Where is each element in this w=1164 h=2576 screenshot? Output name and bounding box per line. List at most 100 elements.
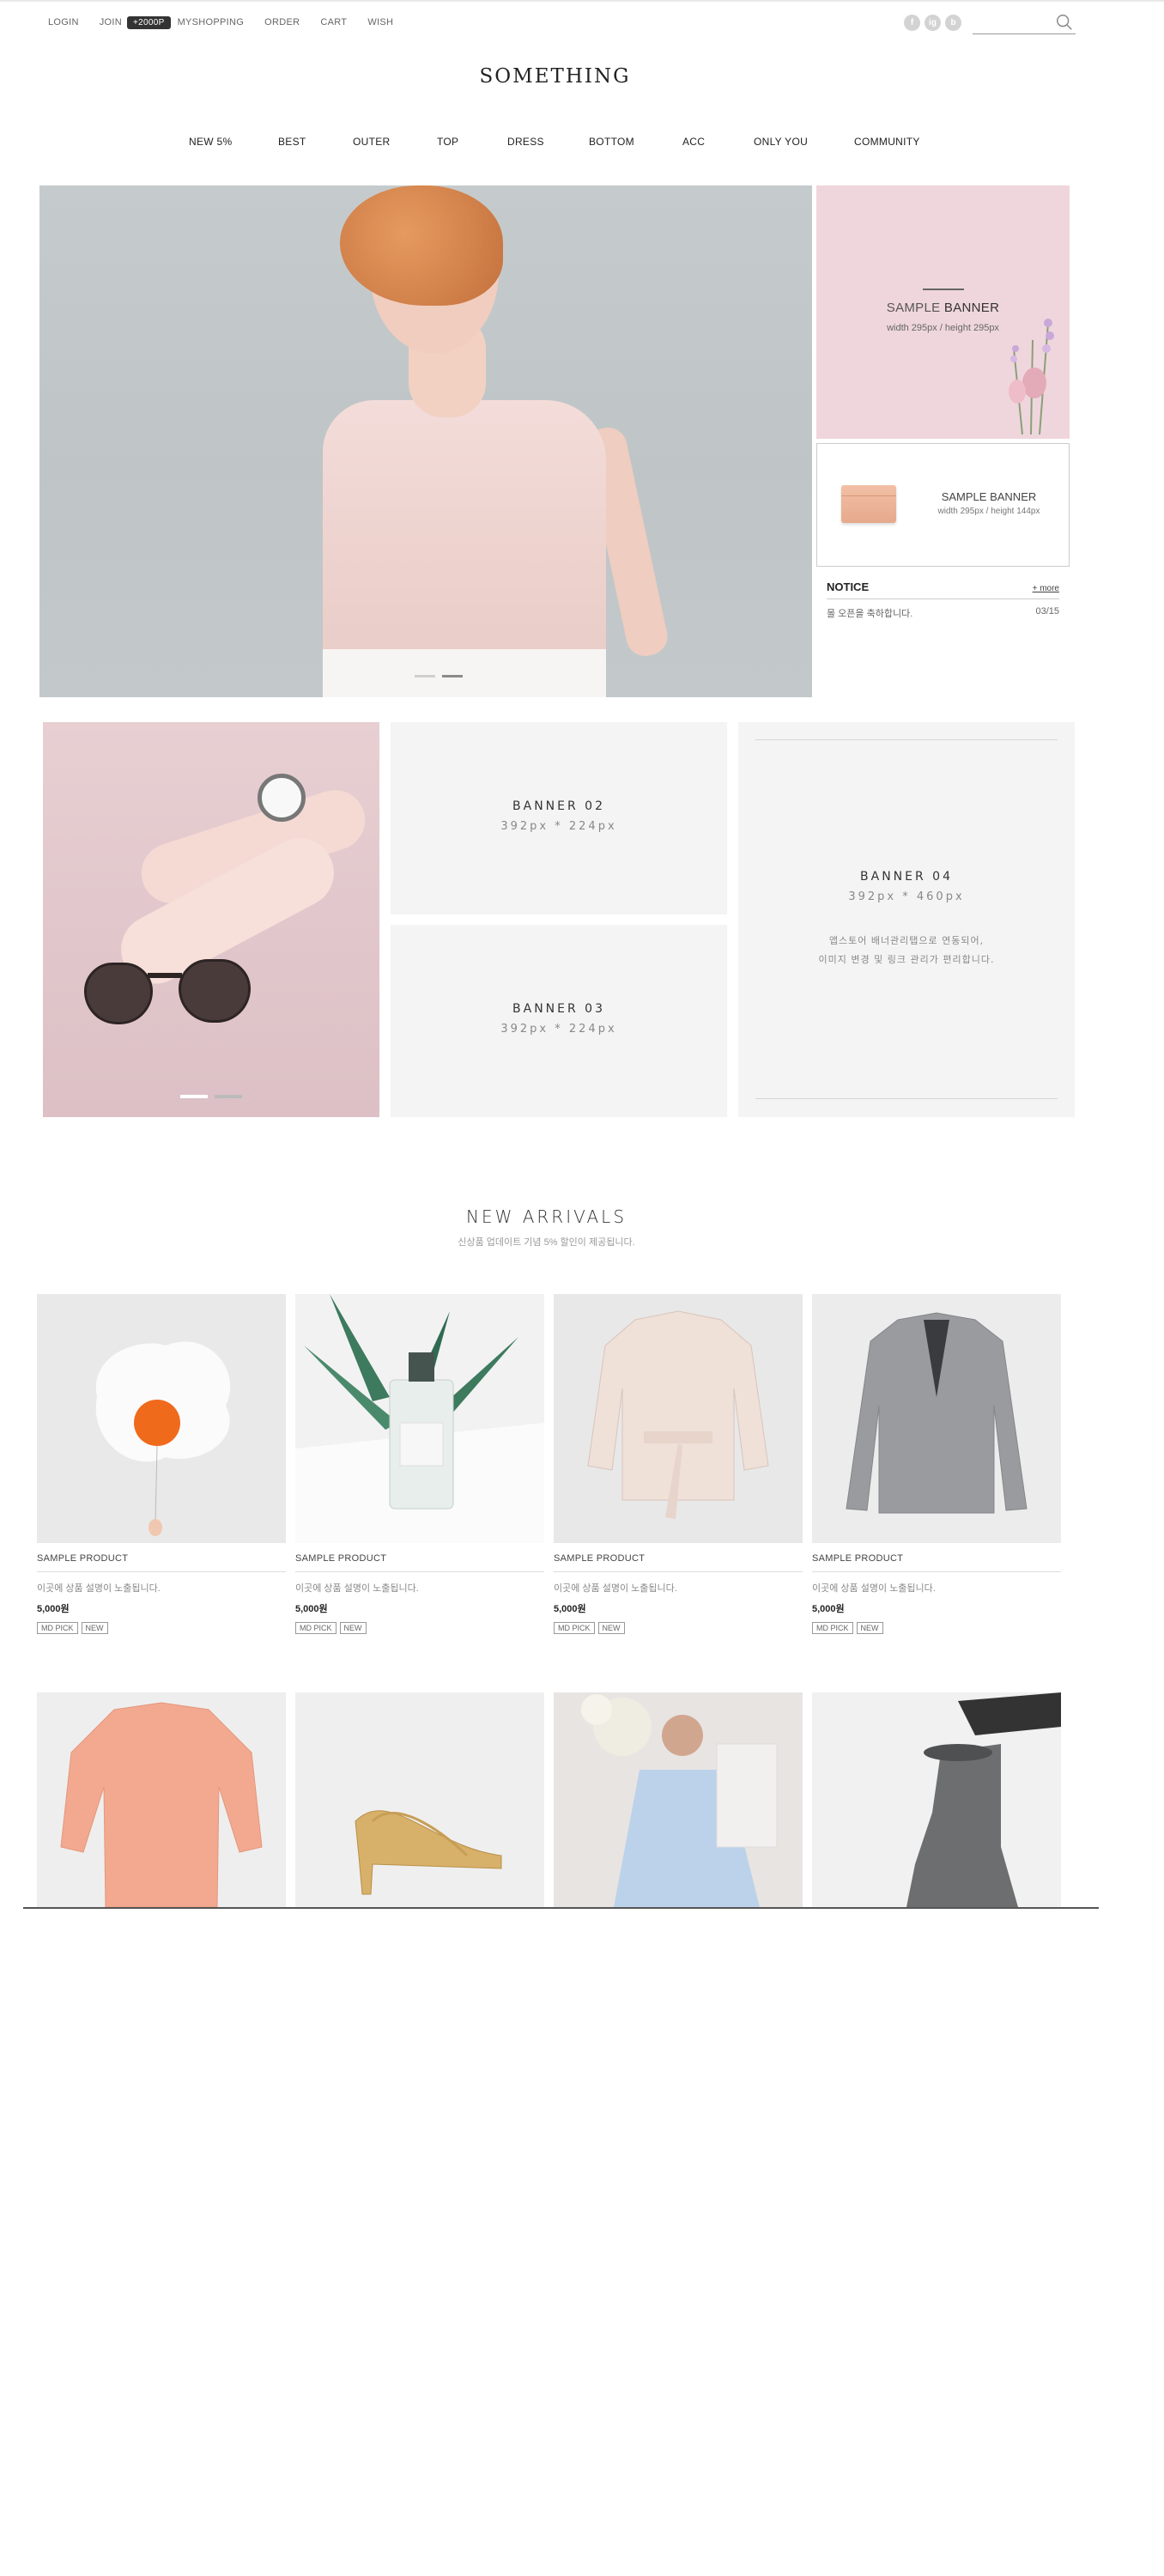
- sample-banner-white[interactable]: SAMPLE BANNER width 295px / height 144px: [816, 443, 1070, 567]
- new-badge: NEW: [81, 1622, 108, 1634]
- nav-item-outer[interactable]: OUTER: [353, 136, 391, 148]
- divider: [755, 739, 1058, 740]
- new-badge: NEW: [339, 1622, 367, 1634]
- product-card[interactable]: [554, 1692, 803, 1907]
- perfume-bottle-image: [295, 1294, 544, 1543]
- product-name[interactable]: SAMPLE PRODUCT: [812, 1553, 1061, 1572]
- blazer-image: [846, 1312, 1028, 1514]
- watch-image: [258, 774, 306, 822]
- product-price: 5,000원: [295, 1604, 328, 1614]
- blog-icon[interactable]: b: [945, 15, 961, 31]
- md-pick-badge: MD PICK: [812, 1622, 853, 1634]
- pouch-image: [841, 485, 896, 523]
- product-image[interactable]: [295, 1294, 544, 1543]
- slider-pagination: [180, 1095, 242, 1098]
- product-image[interactable]: [812, 1692, 1061, 1907]
- banner-size: width 295px / height 144px: [937, 507, 1040, 516]
- join-point-badge: +2000P: [127, 15, 171, 29]
- wish-link[interactable]: WISH: [367, 17, 393, 27]
- notice-title: NOTICE: [827, 580, 870, 593]
- product-card[interactable]: SAMPLE PRODUCT 이곳에 상품 설명이 노출됩니다. 5,000원 …: [295, 1294, 544, 1634]
- banner-size: 392px * 460px: [848, 890, 965, 903]
- product-card[interactable]: SAMPLE PRODUCT 이곳에 상품 설명이 노출됩니다. 5,000원 …: [554, 1294, 803, 1634]
- banner-03[interactable]: BANNER 03 392px * 224px: [391, 925, 727, 1117]
- product-desc: 이곳에 상품 설명이 노출됩니다.: [554, 1583, 677, 1594]
- product-image[interactable]: [37, 1692, 286, 1907]
- nav-item-dress[interactable]: DRESS: [507, 136, 544, 148]
- product-card[interactable]: SAMPLE PRODUCT 이곳에 상품 설명이 노출됩니다. 5,000원 …: [37, 1294, 286, 1634]
- product-image[interactable]: [554, 1294, 803, 1543]
- product-name[interactable]: SAMPLE PRODUCT: [37, 1553, 286, 1572]
- product-price: 5,000원: [37, 1604, 70, 1614]
- nav-item-bottom[interactable]: BOTTOM: [589, 136, 634, 148]
- sunglasses-image: [179, 959, 251, 1023]
- banner-title: BANNER 02: [512, 799, 605, 813]
- join-link[interactable]: JOIN: [100, 17, 122, 27]
- md-pick-badge: MD PICK: [37, 1622, 78, 1634]
- product-name[interactable]: SAMPLE PRODUCT: [295, 1553, 544, 1572]
- banner-title: BANNER 03: [512, 1002, 605, 1016]
- model-skirt: [323, 649, 606, 697]
- banner-size: 392px * 224px: [500, 820, 617, 833]
- product-image[interactable]: [812, 1294, 1061, 1543]
- search-icon[interactable]: [1055, 13, 1074, 32]
- search-input[interactable]: [973, 10, 1055, 33]
- nav-item-community[interactable]: COMMUNITY: [854, 136, 920, 148]
- slider-dot-active[interactable]: [180, 1095, 208, 1098]
- nav-item-only-you[interactable]: ONLY YOU: [754, 136, 808, 148]
- product-card[interactable]: SAMPLE PRODUCT 이곳에 상품 설명이 노출됩니다. 5,000원 …: [812, 1294, 1061, 1634]
- nav-item-acc[interactable]: ACC: [682, 136, 705, 148]
- sample-banner-pink[interactable]: SAMPLE BANNER width 295px / height 295px: [816, 185, 1070, 439]
- banner-04[interactable]: BANNER 04 392px * 460px 앱스토어 배너관리탭으로 연동되…: [738, 722, 1075, 1117]
- login-link[interactable]: LOGIN: [48, 17, 79, 27]
- notice-item[interactable]: 몰 오픈을 축하합니다. 03/15: [827, 606, 1059, 620]
- pink-shirt-image: [60, 1702, 263, 1907]
- facebook-icon[interactable]: f: [904, 15, 920, 31]
- banner-01-slider[interactable]: [43, 722, 379, 1117]
- new-badge: NEW: [856, 1622, 883, 1634]
- section-title: NEW ARRIVALS: [465, 1206, 627, 1227]
- banner-02[interactable]: BANNER 02 392px * 224px: [391, 722, 727, 914]
- nav-item-top[interactable]: TOP: [437, 136, 458, 148]
- product-card[interactable]: [37, 1692, 286, 1907]
- product-name[interactable]: SAMPLE PRODUCT: [554, 1553, 803, 1572]
- main-visual-slider[interactable]: [39, 185, 812, 697]
- product-card[interactable]: [812, 1692, 1061, 1907]
- nav-item-new[interactable]: NEW 5%: [189, 136, 232, 148]
- new-badge: NEW: [597, 1622, 625, 1634]
- search-box: [973, 10, 1076, 34]
- gold-sandal-image: [355, 1810, 502, 1895]
- product-badges: MD PICK NEW: [37, 1622, 286, 1634]
- product-desc: 이곳에 상품 설명이 노출됩니다.: [295, 1583, 419, 1594]
- model-hair: [340, 185, 503, 306]
- product-image[interactable]: [295, 1692, 544, 1907]
- notice-item-text: 몰 오픈을 축하합니다.: [827, 609, 913, 619]
- cart-link[interactable]: CART: [320, 17, 347, 27]
- product-image[interactable]: [37, 1294, 286, 1543]
- product-price: 5,000원: [554, 1604, 586, 1614]
- product-price: 5,000원: [812, 1604, 845, 1614]
- notice-more-link[interactable]: + more: [1033, 584, 1059, 593]
- product-badges: MD PICK NEW: [812, 1622, 1061, 1634]
- product-card[interactable]: [295, 1692, 544, 1907]
- site-logo[interactable]: SOMETHING: [0, 65, 1110, 88]
- nav-item-best[interactable]: BEST: [278, 136, 306, 148]
- instagram-icon[interactable]: ig: [925, 15, 941, 31]
- blue-dress-image: [581, 1694, 778, 1907]
- flower-illustration: [1009, 319, 1054, 434]
- utility-nav: LOGIN JOIN +2000P MYSHOPPING ORDER CART …: [48, 15, 414, 29]
- product-badges: MD PICK NEW: [554, 1622, 803, 1634]
- divider: [755, 1098, 1058, 1099]
- slider-dot[interactable]: [215, 1095, 242, 1098]
- sunglasses-bridge: [148, 973, 182, 978]
- product-desc: 이곳에 상품 설명이 노출됩니다.: [812, 1583, 936, 1594]
- jacket-image: [587, 1310, 769, 1519]
- myshopping-link[interactable]: MYSHOPPING: [178, 17, 245, 27]
- slider-dot[interactable]: [415, 675, 435, 677]
- slider-dot-active[interactable]: [442, 675, 463, 677]
- content-cutoff-line: [23, 1907, 1099, 1909]
- order-link[interactable]: ORDER: [264, 17, 300, 27]
- egg-balloon-image: [95, 1341, 231, 1536]
- product-image[interactable]: [554, 1692, 803, 1907]
- md-pick-badge: MD PICK: [295, 1622, 336, 1634]
